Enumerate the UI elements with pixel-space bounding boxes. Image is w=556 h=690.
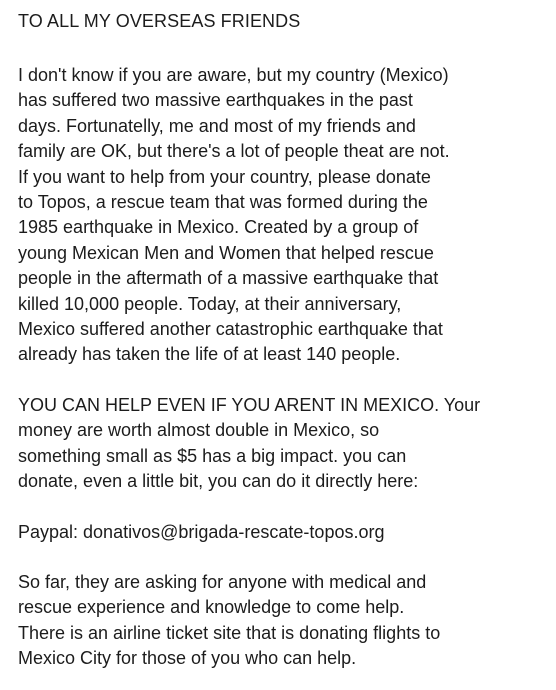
paragraph-intro: I don't know if you are aware, but my co… bbox=[18, 63, 532, 368]
document-page: TO ALL MY OVERSEAS FRIENDS I don't know … bbox=[0, 0, 556, 690]
paragraph-requests: So far, they are asking for anyone with … bbox=[18, 570, 532, 672]
text-line: killed 10,000 people. Today, at their an… bbox=[18, 293, 402, 314]
text-line: donate, even a little bit, you can do it… bbox=[18, 471, 419, 492]
text-line: to Topos, a rescue team that was formed … bbox=[18, 192, 428, 213]
text-line: Mexico suffered another catastrophic ear… bbox=[18, 319, 443, 340]
text-line: So far, they are asking for anyone with … bbox=[18, 571, 427, 592]
text-line: I don't know if you are aware, but my co… bbox=[18, 65, 449, 85]
text-line: If you want to help from your country, p… bbox=[18, 166, 431, 187]
text-line: YOU CAN HELP EVEN IF YOU ARENT IN MEXICO… bbox=[18, 394, 481, 415]
text-line: something small as $5 has a big impact. … bbox=[18, 445, 407, 466]
text-line: people in the aftermath of a massive ear… bbox=[18, 268, 439, 289]
paypal-address: Paypal: donativos@brigada-rescate-topos.… bbox=[18, 521, 385, 542]
text-line: family are OK, but there's a lot of peop… bbox=[18, 141, 450, 162]
text-line: already has taken the life of at least 1… bbox=[18, 344, 401, 365]
text-line: money are worth almost double in Mexico,… bbox=[18, 420, 380, 441]
text-line: There is an airline ticket site that is … bbox=[18, 622, 441, 643]
paragraph-help: YOU CAN HELP EVEN IF YOU ARENT IN MEXICO… bbox=[18, 393, 532, 495]
text-line: rescue experience and knowledge to come … bbox=[18, 597, 405, 618]
text-line: young Mexican Men and Women that helped … bbox=[18, 242, 434, 263]
text-line: Mexico City for those of you who can hel… bbox=[18, 648, 357, 669]
document-title: TO ALL MY OVERSEAS FRIENDS bbox=[18, 11, 301, 31]
paragraph-paypal: Paypal: donativos@brigada-rescate-topos.… bbox=[18, 520, 532, 545]
text-line: days. Fortunatelly, me and most of my fr… bbox=[18, 115, 416, 136]
text-line: has suffered two massive earthquakes in … bbox=[18, 90, 413, 111]
text-line: 1985 earthquake in Mexico. Created by a … bbox=[18, 217, 419, 238]
